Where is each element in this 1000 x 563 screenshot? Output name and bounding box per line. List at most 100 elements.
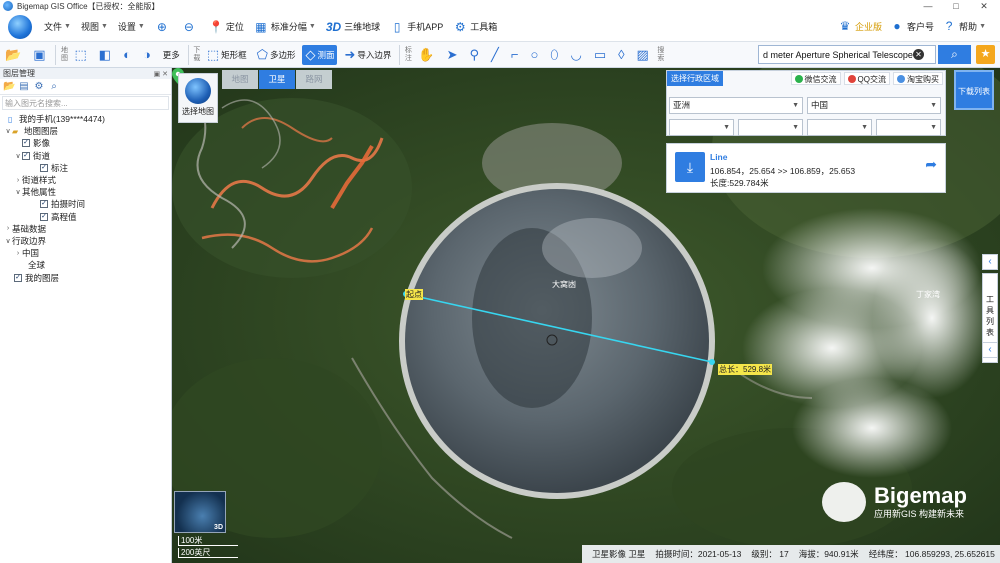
select-map-button[interactable]: 选择地图 <box>178 73 218 123</box>
open-folder-button[interactable]: 📂 <box>2 45 26 65</box>
app-logo-icon[interactable] <box>8 14 32 39</box>
tree-node-global[interactable]: 全球 <box>0 259 171 271</box>
close-button[interactable]: ✕ <box>970 0 998 12</box>
checkbox-checked[interactable]: ✓ <box>40 163 48 172</box>
save-icon[interactable]: ▤ <box>18 81 30 93</box>
tree-node-map-layers[interactable]: ∨ ▰ 地图图层 <box>0 125 171 137</box>
layer-search-input[interactable]: 输入图元名搜索... <box>2 96 169 110</box>
tree-node-my-layers[interactable]: ✓ 我的图层 <box>0 271 171 283</box>
menu-view[interactable]: 视图 ▼ <box>81 20 108 33</box>
tab-roadnet[interactable]: 路网 <box>296 70 332 89</box>
panel-controls[interactable]: ▣ ✕ <box>154 70 168 78</box>
province-select[interactable]: ▼ <box>669 119 734 136</box>
map-view[interactable]: 大窝凼 丁家湾 起点 总长：529.8米 选择地图 地图 卫星 路网 选择行政区… <box>172 68 1000 563</box>
open-folder-icon[interactable]: 📂 <box>3 81 15 93</box>
locate-button[interactable]: 📍 定位 <box>209 20 244 34</box>
tree-node-capture-time[interactable]: ✓ 拍摄时间 <box>0 198 171 210</box>
polyline-tool-button[interactable]: ⌐ <box>508 45 524 65</box>
chevron-right-icon[interactable]: › <box>14 250 22 257</box>
checkbox-checked[interactable]: ✓ <box>22 139 30 148</box>
standard-grid-button[interactable]: ▦ 标准分幅 ▼ <box>254 20 316 34</box>
line-info-card[interactable]: ⤓ Line 106.854，25.654 >> 106.859，25.653 … <box>666 143 946 193</box>
help-button[interactable]: ? 帮助 ▼ <box>942 19 986 33</box>
rect-box-button[interactable]: ⬚ 矩形框 <box>204 45 250 65</box>
ellipse-tool-button[interactable]: ⬯ <box>547 45 563 65</box>
select-tool-button[interactable]: ➤ <box>444 45 463 65</box>
expand-arrow-icon[interactable]: ‹ <box>982 342 998 358</box>
customer-button[interactable]: ● 客户号 <box>890 19 934 33</box>
city-select[interactable]: ▼ <box>738 119 803 136</box>
enterprise-button[interactable]: ♛ 企业版 <box>838 19 882 33</box>
menu-settings[interactable]: 设置 ▼ <box>118 20 145 33</box>
chevron-down-icon[interactable]: ∨ <box>4 237 12 245</box>
checkbox-checked[interactable]: ✓ <box>14 273 22 282</box>
status-source: 卫星影像 卫星 <box>592 549 646 559</box>
chevron-down-icon[interactable]: ∨ <box>14 188 22 196</box>
tree-node-streets[interactable]: ∨ ✓ 街道 <box>0 150 171 162</box>
circle-tool-button[interactable]: ○ <box>527 45 543 65</box>
checkbox-checked[interactable]: ✓ <box>40 200 48 209</box>
clear-icon[interactable]: ✕ <box>913 49 924 60</box>
tree-node-my-phone[interactable]: ▯ 我的手机(139****4474) <box>0 113 171 125</box>
minimize-button[interactable]: — <box>914 0 942 12</box>
more-button[interactable]: 更多 <box>160 45 183 65</box>
zoom-in-button[interactable]: ⊕ <box>155 20 172 34</box>
pan-tool-button[interactable]: ✋ <box>415 45 439 65</box>
checkbox-checked[interactable]: ✓ <box>22 151 30 160</box>
zoom-out-button[interactable]: ⊖ <box>182 20 199 34</box>
collapse-arrow-icon[interactable]: ‹ <box>982 254 998 270</box>
settings-icon[interactable]: ⚙ <box>33 81 45 93</box>
tree-node-china[interactable]: › 中国 <box>0 247 171 259</box>
toolbox-button[interactable]: ⚙ 工具箱 <box>453 20 497 34</box>
checkbox-checked[interactable]: ✓ <box>40 212 48 221</box>
download-list-button[interactable]: 下载列表 <box>954 70 994 110</box>
globe-3d-button[interactable]: 3D 三维地球 <box>326 20 380 34</box>
continent-select[interactable]: 亚洲 ▼ <box>669 97 803 114</box>
globe-button[interactable]: ◐ <box>120 45 136 65</box>
tag-tool-button[interactable]: ◊ <box>615 45 629 65</box>
country-select[interactable]: 中国 ▼ <box>807 97 941 114</box>
import-boundary-button[interactable]: ➜ 导入边界 <box>341 45 394 65</box>
menu-file[interactable]: 文件 ▼ <box>44 20 71 33</box>
tree-node-labels[interactable]: ✓ 标注 <box>0 162 171 174</box>
tree-node-base-data[interactable]: › 基础数据 <box>0 223 171 235</box>
wechat-button[interactable]: 微信交流 <box>790 72 841 85</box>
tree-node-street-style[interactable]: › 街道样式 <box>0 174 171 186</box>
tree-node-imagery[interactable]: ✓ 影像 <box>0 137 171 149</box>
chevron-down-icon[interactable]: ∨ <box>14 152 22 160</box>
marker-tool-button[interactable]: ⚲ <box>466 45 484 65</box>
taobao-button[interactable]: 淘宝购买 <box>893 72 943 85</box>
qq-button[interactable]: QQ交流 <box>843 72 890 85</box>
search-input[interactable] <box>763 49 913 60</box>
save-button[interactable]: ▣ <box>30 45 50 65</box>
maximize-button[interactable]: □ <box>942 0 970 12</box>
rect-tool-button[interactable]: ▭ <box>591 45 611 65</box>
chevron-right-icon[interactable]: › <box>14 177 22 184</box>
town-select[interactable]: ▼ <box>876 119 941 136</box>
overview-map[interactable]: 3D <box>174 491 226 533</box>
favorite-button[interactable]: ★ <box>976 45 995 64</box>
image-tool-button[interactable]: ▨ <box>634 45 654 65</box>
chevron-down-icon[interactable]: ∨ <box>4 127 12 135</box>
admin-region-tab[interactable]: 选择行政区域 <box>667 71 723 86</box>
tab-satellite[interactable]: 卫星 <box>259 70 295 89</box>
polygon-button[interactable]: ⬠ 多边形 <box>254 45 299 65</box>
mobile-app-button[interactable]: ▯ 手机APP <box>390 20 443 34</box>
chevron-right-icon[interactable]: › <box>4 225 12 232</box>
map-layer-button[interactable]: ⬚ <box>71 45 91 65</box>
search-field[interactable]: ✕ <box>758 45 936 64</box>
tab-map[interactable]: 地图 <box>222 70 258 89</box>
satellite-button[interactable]: ◧ <box>96 45 116 65</box>
globe-icon: ◑ <box>142 47 151 62</box>
tree-node-admin-boundary[interactable]: ∨ 行政边界 <box>0 235 171 247</box>
globe2-button[interactable]: ◑ <box>140 45 156 65</box>
curve-tool-button[interactable]: ◡ <box>567 45 586 65</box>
tree-node-elevation[interactable]: ✓ 高程值 <box>0 211 171 223</box>
line-tool-button[interactable]: ╱ <box>488 45 504 65</box>
tree-node-other-props[interactable]: ∨ 其他属性 <box>0 186 171 198</box>
search-icon[interactable]: ⌕ <box>48 81 60 93</box>
search-button[interactable]: ⌕ <box>938 45 971 64</box>
county-select[interactable]: ▼ <box>807 119 872 136</box>
share-icon[interactable]: ➦ <box>925 156 937 173</box>
measure-area-button[interactable]: ◇ 测面 <box>302 44 338 65</box>
